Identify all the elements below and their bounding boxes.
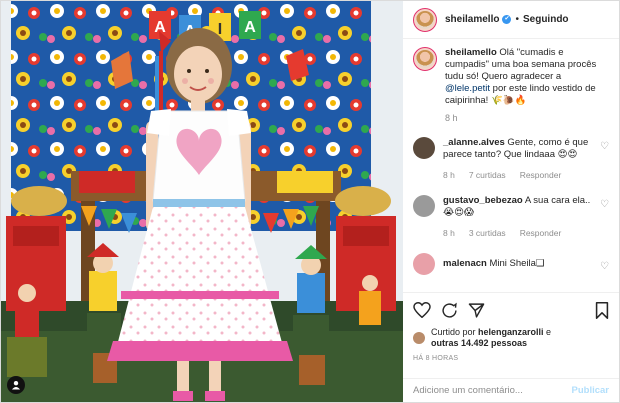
comment-meta: 8 h 3 curtidas Responder [443,227,593,239]
comment-text: malenacn Mini Sheila❑ [443,258,593,270]
publish-button[interactable]: Publicar [572,385,610,396]
comment-item: gustavo_bebezao A sua cara ela.. 😭😍😱 8 h … [413,195,609,239]
post-actions: Curtido por helenganzarolli e outras 14.… [403,292,619,378]
caption-text: sheilamello Olá "cumadis e cumpadis" uma… [445,47,605,107]
comment-likes[interactable]: 7 curtidas [469,169,506,181]
comment-text: gustavo_bebezao A sua cara ela.. 😭😍😱 [443,195,593,219]
like-heart-icon[interactable] [413,302,431,318]
caption-time[interactable]: 8 h [445,113,605,123]
caption-avatar[interactable] [413,47,437,71]
liked-by-suffix: e [543,327,552,337]
liker-avatar[interactable] [413,332,425,344]
comment-avatar[interactable] [413,137,435,159]
caption-username[interactable]: sheilamello [445,47,497,58]
comment-time[interactable]: 8 h [443,169,455,181]
comment-body: A sua cara ela.. [522,195,591,206]
comment-like-heart-icon[interactable]: ♡ [600,141,609,152]
post-timestamp[interactable]: HÁ 8 HORAS [413,355,609,362]
following-button[interactable]: Seguindo [523,14,569,25]
comment-input[interactable]: Adicione um comentário... [413,385,572,396]
post-caption: sheilamello Olá "cumadis e cumpadis" uma… [413,47,609,123]
caption-mention-link[interactable]: @lele.petit [445,83,490,94]
reply-button[interactable]: Responder [520,227,562,239]
comment-item: _alanne.alves Gente, como é que parece t… [413,137,609,181]
comment-username[interactable]: gustavo_bebezao [443,195,523,206]
comment-like-heart-icon[interactable]: ♡ [600,199,609,210]
banner-letter-4: A [244,19,256,36]
header-separator: • [515,14,519,25]
comments-list[interactable]: sheilamello Olá "cumadis e cumpadis" uma… [403,39,619,292]
author-avatar[interactable] [413,7,437,32]
others-likes-link[interactable]: outras 14.492 pessoas [431,338,527,348]
verified-badge-icon: ✔ [502,15,512,24]
comment-username[interactable]: _alanne.alves [443,137,505,148]
author-username[interactable]: sheilamello [445,14,499,25]
action-icons [413,299,609,321]
liked-by: Curtido por helenganzarolli e outras 14.… [413,327,609,349]
liked-by-prefix: Curtido por [431,327,479,337]
liked-by-user-link[interactable]: helenganzarolli [478,327,544,337]
instagram-post-view: A A I A [0,0,620,403]
photo-illustration: A A I A [1,1,403,402]
comment-body: Mini Sheila❑ [486,258,545,269]
comment-composer: Adicione um comentário... Publicar [403,378,619,402]
comment-time[interactable]: 8 h [443,227,455,239]
comment-username[interactable]: malenacn [443,258,487,269]
share-icon[interactable] [468,302,485,319]
comment-item: malenacn Mini Sheila❑ ♡ [413,253,609,275]
comment-likes[interactable]: 3 curtidas [469,227,506,239]
reply-button[interactable]: Responder [520,169,562,181]
comment-meta: 8 h 7 curtidas Responder [443,169,593,181]
tagged-users-icon[interactable] [7,376,25,394]
post-photo[interactable]: A A I A [1,1,403,402]
comment-like-heart-icon[interactable]: ♡ [600,261,609,272]
comment-text: _alanne.alves Gente, como é que parece t… [443,137,593,161]
save-bookmark-icon[interactable] [595,301,609,319]
comment-avatar[interactable] [413,253,435,275]
comment-icon[interactable] [441,302,458,319]
comment-emoji: 😭😍😱 [443,207,474,218]
post-side-panel: sheilamello ✔ • Seguindo sheilamello Olá… [403,1,619,402]
comment-avatar[interactable] [413,195,435,217]
post-header: sheilamello ✔ • Seguindo [403,1,619,39]
